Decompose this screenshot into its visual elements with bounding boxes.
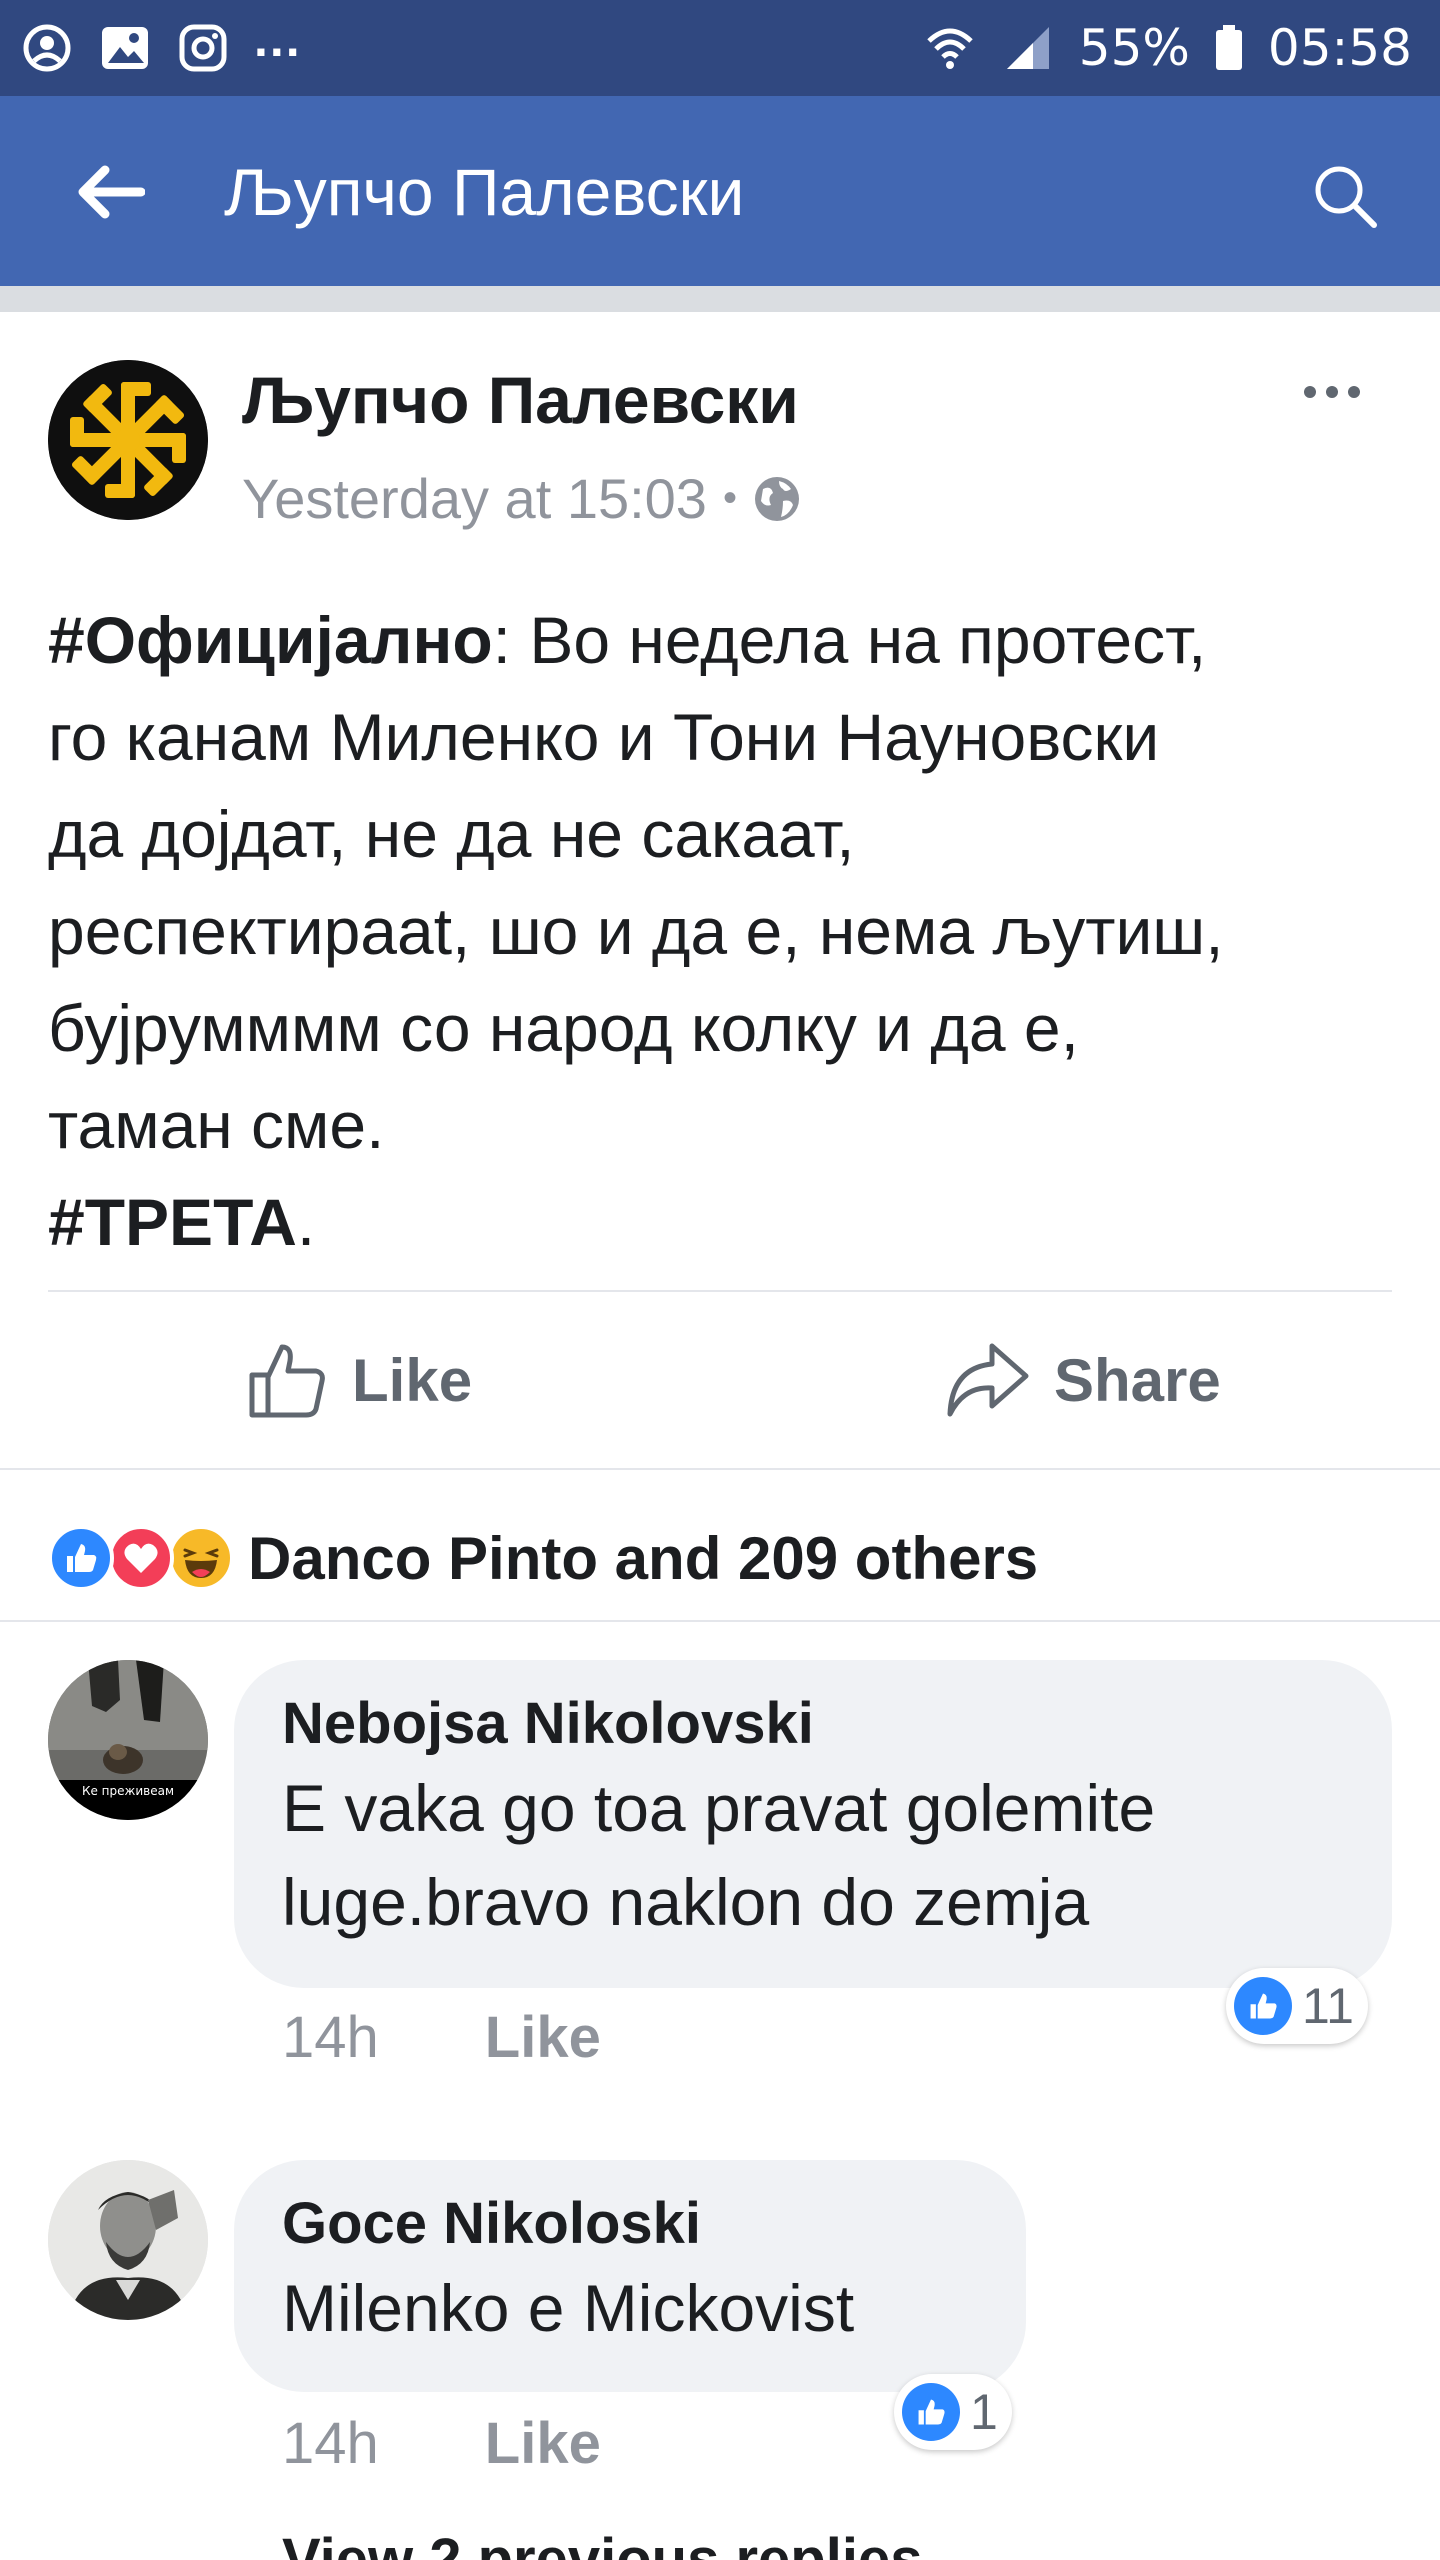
post-line: респектирааt, шо и да е, нема љутиш, <box>48 883 1418 980</box>
app-bar-divider <box>0 286 1440 312</box>
clock: 05:58 <box>1267 19 1412 77</box>
commenter-avatar[interactable]: Ке преживеам <box>48 1660 208 1820</box>
comment-bubble[interactable]: Goce Nikoloski Milenko e Mickovist <box>234 2160 1026 2392</box>
avatar-caption: Ке преживеам <box>82 1784 174 1798</box>
haha-reaction-icon <box>168 1525 234 1591</box>
like-button[interactable]: Like <box>246 1330 472 1430</box>
view-previous-replies-link[interactable]: View 2 previous replies <box>282 2526 922 2560</box>
signal-icon <box>1001 21 1055 75</box>
like-reaction-icon <box>1234 1977 1292 2035</box>
comment-time[interactable]: 14h <box>282 2410 379 2477</box>
comment-like-count[interactable]: 1 <box>894 2374 1012 2450</box>
globe-icon <box>754 476 799 521</box>
kitten-photo-icon: Ке преживеам <box>48 1660 208 1820</box>
comment-author[interactable]: Goce Nikoloski <box>282 2190 978 2257</box>
comment-text: Milenko e Mickovist <box>282 2261 978 2355</box>
back-arrow-icon <box>78 165 145 219</box>
post-line: да дојдат, не да не сакаат, <box>48 786 1418 883</box>
comment-text: E vaka go toa pravat golemite luge.bravo… <box>282 1761 1344 1949</box>
thumbs-up-icon <box>249 1344 325 1418</box>
comment-like-button[interactable]: Like <box>485 2004 601 2071</box>
post-line-text: таман сме. <box>48 1088 385 1162</box>
app-bar-title: Љупчо Палевски <box>224 155 745 229</box>
like-reaction-icon <box>902 2383 960 2441</box>
like-count: 1 <box>970 2384 998 2440</box>
meta-separator: • <box>722 476 737 520</box>
gallery-icon <box>98 21 152 75</box>
post-line-text: бујрумммм со народ колку и да е, <box>48 991 1079 1065</box>
share-arrow-icon <box>947 1343 1029 1417</box>
hashtag[interactable]: #Официјално <box>48 603 493 677</box>
post-timestamp[interactable]: Yesterday at 15:03 <box>242 466 707 531</box>
comment-meta: 14h Like <box>282 2004 601 2071</box>
like-label: Like <box>352 1346 473 1414</box>
like-reaction-icon <box>48 1525 114 1591</box>
post-line: #ТРЕТА. <box>48 1174 1418 1271</box>
love-reaction-icon <box>108 1525 174 1591</box>
post-line-text: респектирааt, шо и да е, нема љутиш, <box>48 894 1224 968</box>
post-line: #Официјално: Во недела на протест, <box>48 592 1418 689</box>
post-author-name[interactable]: Љупчо Палевски <box>242 362 799 438</box>
actions-bottom-divider <box>0 1468 1440 1470</box>
battery-percent: 55% <box>1078 19 1190 77</box>
back-button[interactable] <box>70 156 150 228</box>
hashtag[interactable]: #ТРЕТА <box>48 1185 297 1259</box>
portrait-photo-icon <box>48 2160 208 2320</box>
post-author-avatar[interactable] <box>48 360 208 520</box>
search-button[interactable] <box>1305 156 1385 236</box>
comment-line: E vaka go toa pravat golemite <box>282 1771 1156 1845</box>
comment-line: Milenko e Mickovist <box>282 2271 855 2345</box>
commenter-avatar[interactable] <box>48 2160 208 2320</box>
post-line-text: : Во недела на протест, <box>492 603 1207 677</box>
status-left: ... <box>20 11 302 75</box>
status-more-indicator: ... <box>254 11 302 67</box>
battery-icon <box>1214 21 1244 75</box>
comment-like-count[interactable]: 11 <box>1226 1968 1368 2044</box>
comment-line: luge.bravo naklon do zemja <box>282 1865 1090 1939</box>
share-label: Share <box>1054 1346 1221 1414</box>
post-line-text: да дојдат, не да не сакаат, <box>48 797 855 871</box>
wifi-icon <box>923 21 977 75</box>
kolovrat-logo-icon <box>48 360 208 520</box>
post-body: #Официјално: Во недела на протест, го ка… <box>48 592 1418 1271</box>
instagram-icon <box>176 21 230 75</box>
post-line-text: . <box>296 1185 316 1259</box>
post-line: го канам Миленко и Тони Науновски <box>48 689 1418 786</box>
status-right: 55% 05:58 <box>923 19 1412 77</box>
comment-time[interactable]: 14h <box>282 2004 379 2071</box>
post-line: таман сме. <box>48 1077 1418 1174</box>
post-options-button[interactable] <box>1290 362 1374 422</box>
reactions-summary[interactable]: Danco Pinto and 209 others <box>48 1518 1038 1598</box>
comment-like-button[interactable]: Like <box>485 2410 601 2477</box>
search-icon <box>1315 166 1377 228</box>
more-dot-icon <box>1326 386 1338 398</box>
status-bar: ... 55% 05:58 <box>0 0 1440 96</box>
like-count: 11 <box>1302 1978 1354 2034</box>
share-button[interactable]: Share <box>944 1330 1221 1430</box>
reactions-bottom-divider <box>0 1620 1440 1622</box>
comment-meta: 14h Like <box>282 2410 601 2477</box>
comment-author[interactable]: Nebojsa Nikolovski <box>282 1690 1344 1757</box>
more-dot-icon <box>1348 386 1360 398</box>
post-line-text: го канам Миленко и Тони Науновски <box>48 700 1160 774</box>
account-icon <box>20 21 74 75</box>
post-meta: Yesterday at 15:03 • <box>242 466 801 531</box>
post-actions-divider <box>48 1290 1392 1292</box>
more-dot-icon <box>1304 386 1316 398</box>
reactions-summary-text: Danco Pinto and 209 others <box>248 1524 1039 1592</box>
comment-bubble[interactable]: Nebojsa Nikolovski E vaka go toa pravat … <box>234 1660 1392 1988</box>
app-bar: Љупчо Палевски <box>0 96 1440 286</box>
post-line: бујрумммм со народ колку и да е, <box>48 980 1418 1077</box>
